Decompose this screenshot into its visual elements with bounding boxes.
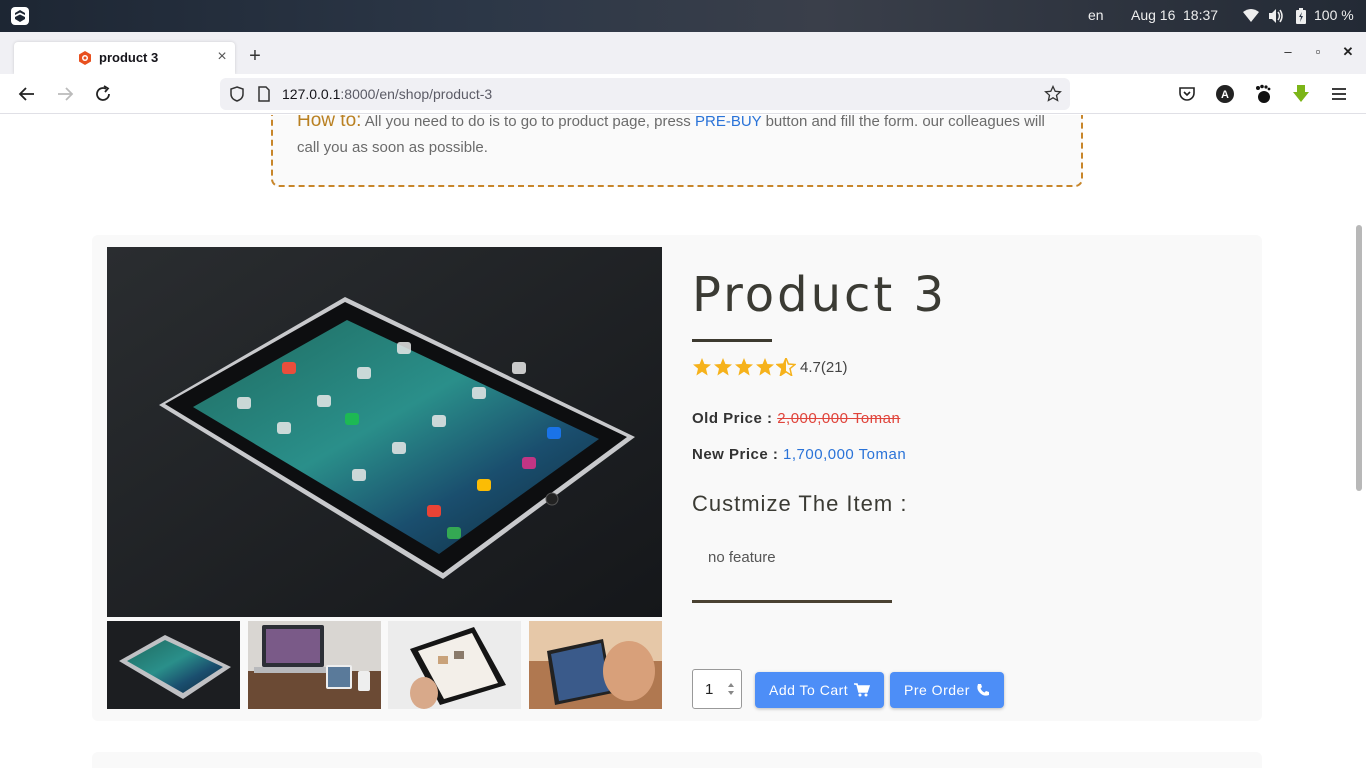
- url-text[interactable]: 127.0.0.1:8000/en/shop/product-3: [282, 86, 492, 102]
- phone-icon: [977, 684, 989, 696]
- howto-notice: How to: All you need to do is to go to p…: [271, 115, 1083, 187]
- rating-value: 4.7(21): [800, 358, 848, 376]
- customize-divider: [692, 600, 892, 603]
- rating-stars: 4.7(21): [692, 357, 848, 377]
- page-content: How to: All you need to do is to go to p…: [0, 115, 1366, 768]
- url-path: :8000/en/shop/product-3: [340, 86, 493, 102]
- pre-order-button[interactable]: Pre Order: [890, 672, 1004, 708]
- new-price: 1,700,000 Toman: [783, 446, 907, 463]
- old-price-row: Old Price : 2,000,000 Toman: [692, 410, 900, 427]
- account-icon[interactable]: A: [1214, 83, 1236, 105]
- product-thumbnail-4[interactable]: [529, 621, 662, 709]
- wifi-icon[interactable]: [1242, 7, 1260, 25]
- maximize-button[interactable]: ▫: [1308, 44, 1328, 60]
- reload-icon[interactable]: [92, 83, 114, 105]
- os-logo-icon[interactable]: [10, 6, 30, 26]
- bookmark-star-icon[interactable]: [1044, 85, 1062, 103]
- howto-label: How to:: [297, 115, 362, 131]
- site-favicon-icon: [79, 51, 91, 65]
- star-half-icon: [776, 358, 796, 376]
- customize-heading: Custmize The Item :: [692, 491, 908, 516]
- os-top-bar: en Aug 16 18:37 100 %: [0, 0, 1366, 32]
- volume-icon[interactable]: [1267, 7, 1285, 25]
- add-to-cart-button[interactable]: Add To Cart: [755, 672, 885, 708]
- product-main-image[interactable]: [107, 247, 662, 617]
- product-thumbnail-3[interactable]: [388, 621, 521, 709]
- keyboard-language[interactable]: en: [1088, 7, 1104, 23]
- product-thumbnail-2[interactable]: [248, 621, 381, 709]
- pre-buy-link[interactable]: PRE-BUY: [695, 115, 761, 130]
- product-card: Product 3 4.7(21) Old Price : 2,000,000 …: [92, 235, 1262, 721]
- shield-icon[interactable]: [228, 85, 246, 103]
- quantity-stepper[interactable]: 1: [692, 669, 742, 709]
- page-scrollbar[interactable]: [1356, 225, 1362, 491]
- forward-arrow-icon[interactable]: [54, 83, 76, 105]
- spinner-arrows-icon[interactable]: [725, 679, 737, 699]
- clock-date[interactable]: Aug 16: [1131, 7, 1175, 23]
- extension-gnome-icon[interactable]: [1252, 83, 1274, 105]
- star-icon: [735, 358, 753, 376]
- battery-percent: 100 %: [1314, 7, 1354, 23]
- clock-time[interactable]: 18:37: [1183, 7, 1218, 23]
- quantity-value[interactable]: 1: [705, 681, 713, 698]
- close-window-button[interactable]: ✕: [1338, 44, 1358, 60]
- howto-text-before: All you need to do is to go to product p…: [364, 115, 691, 130]
- svg-text:A: A: [1221, 89, 1229, 101]
- page-info-icon[interactable]: [256, 85, 272, 103]
- old-price: 2,000,000 Toman: [777, 410, 901, 427]
- url-host: 127.0.0.1: [282, 86, 341, 102]
- next-section-card: [92, 752, 1262, 768]
- browser-tab[interactable]: product 3 ×: [14, 42, 235, 74]
- title-divider: [692, 339, 772, 342]
- pre-order-label: Pre Order: [904, 682, 970, 698]
- download-extension-icon[interactable]: [1290, 83, 1312, 105]
- star-icon: [714, 358, 732, 376]
- cart-icon: [854, 683, 871, 697]
- feature-text: no feature: [708, 549, 776, 566]
- tab-close-icon[interactable]: ×: [212, 47, 232, 67]
- new-price-row: New Price : 1,700,000 Toman: [692, 446, 906, 463]
- browser-navbar: 127.0.0.1:8000/en/shop/product-3 A: [0, 74, 1366, 114]
- tab-title: product 3: [99, 50, 159, 65]
- howto-text: How to: All you need to do is to go to p…: [297, 115, 1067, 161]
- product-thumbnail-1[interactable]: [107, 621, 240, 709]
- battery-icon[interactable]: [1292, 7, 1310, 25]
- menu-hamburger-icon[interactable]: [1328, 83, 1350, 105]
- old-price-label: Old Price :: [692, 410, 773, 427]
- add-to-cart-label: Add To Cart: [769, 682, 849, 698]
- star-icon: [756, 358, 774, 376]
- back-arrow-icon[interactable]: [16, 83, 38, 105]
- product-title: Product 3: [692, 267, 948, 323]
- star-icon: [693, 358, 711, 376]
- new-price-label: New Price :: [692, 446, 779, 463]
- url-bar[interactable]: 127.0.0.1:8000/en/shop/product-3: [220, 78, 1070, 110]
- new-tab-button[interactable]: +: [244, 45, 266, 67]
- minimize-button[interactable]: ‒: [1278, 44, 1298, 60]
- pocket-icon[interactable]: [1176, 83, 1198, 105]
